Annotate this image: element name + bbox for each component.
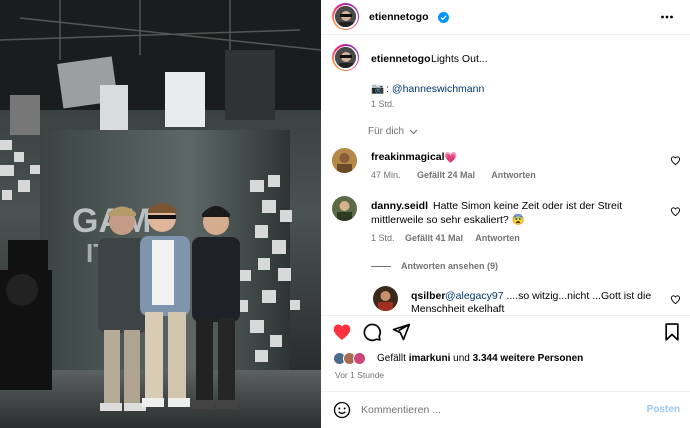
comment-username[interactable]: qsilber [411,290,445,302]
likes-summary[interactable]: Gefällt imarkuni und 3.344 weitere Perso… [377,353,583,364]
comment-text: 💗 [444,152,458,164]
more-options-icon[interactable] [660,10,674,24]
comment-meta: 47 Min. Gefällt 24 Mal Antworten [371,170,550,180]
comment-mention-link[interactable]: @alegacy97 [445,290,504,302]
comment-avatar-danny-seidl[interactable] [332,196,357,221]
comment-composer: Posten [321,391,690,428]
camera-icon: 📷 [371,83,385,95]
likes-user[interactable]: imarkuni [409,353,451,364]
comment-bubble-icon[interactable] [362,322,382,342]
comment-text: Hatte Simon keine Zeit oder ist der Stre… [433,200,623,212]
likes-prefix: Gefällt [377,353,409,364]
caption-username[interactable]: etiennetogo [371,53,431,65]
comment-like-heart-icon[interactable] [670,206,681,217]
photo-credit: 📷: @hanneswichmann [371,82,484,95]
comment-like-heart-icon[interactable] [670,294,681,305]
chevron-down-icon [409,129,418,135]
comment-likes[interactable]: Gefällt 41 Mal [405,233,463,243]
comment-avatar-qsilber[interactable] [373,286,398,311]
photo-illustration: GAM IT [0,0,321,428]
post-actions: Gefällt imarkuni und 3.344 weitere Perso… [321,315,690,390]
post-side-panel: etiennetogo etiennetogo Lights Out... 📷:… [321,0,690,428]
like-heart-icon[interactable] [332,322,352,342]
post-comment-button[interactable]: Posten [647,404,680,415]
comment-reply-button[interactable]: Antworten [475,233,520,243]
credit-mention-link[interactable]: @hanneswichmann [392,83,484,95]
comment-likes[interactable]: Gefällt 24 Mal [417,170,475,180]
comment-text-line2: mittlerweile so sehr eskaliert? 😨 [371,214,525,226]
save-bookmark-icon[interactable] [662,322,682,342]
caption-author-avatar[interactable] [332,44,359,71]
replies-divider [371,266,391,268]
comment-sort-label: Für dich [368,126,405,137]
verified-badge-icon [438,12,449,23]
view-replies-label: Antworten ansehen (9) [401,261,499,271]
comment-avatar-freakinmagical[interactable] [332,148,357,173]
comment-time: 1 Std. [371,233,395,243]
comment-username[interactable]: danny.seidl [371,200,428,212]
post-header: etiennetogo [321,0,690,35]
comment-text-body: ....so witzig...nicht ...Gott ist die [503,290,652,302]
liker-avatar [353,352,366,365]
comment-text: @alegacy97 ....so witzig...nicht ...Gott… [445,290,670,302]
caption-text: Lights Out... [431,53,488,65]
view-replies-button[interactable]: Antworten ansehen (9) [371,261,498,271]
comment-meta: 1 Std. Gefällt 41 Mal Antworten [371,233,534,243]
comment-sort-dropdown[interactable]: Für dich [368,126,418,137]
author-username[interactable]: etiennetogo [369,11,429,23]
comment-text-line2: Menschheit ekelhaft [411,303,505,315]
likes-mid: und [450,353,473,364]
emoji-icon[interactable] [333,401,351,419]
comment-username[interactable]: freakinmagical [371,151,445,163]
comment-input[interactable] [361,402,631,418]
post-dialog: GAM IT [0,0,690,428]
comment-time: 47 Min. [371,170,401,180]
likes-count[interactable]: 3.344 weitere Personen [473,353,584,364]
credit-colon: : [386,83,389,95]
post-date: Vor 1 Stunde [335,370,385,380]
post-photo[interactable]: GAM IT [0,0,321,428]
comment-reply-button[interactable]: Antworten [491,170,536,180]
comments-scroll-area[interactable]: etiennetogo Lights Out... 📷: @hanneswich… [321,36,690,315]
author-avatar[interactable] [332,3,359,30]
share-send-icon[interactable] [391,322,411,342]
caption-timestamp: 1 Std. [371,99,395,109]
comment-like-heart-icon[interactable] [670,155,681,166]
